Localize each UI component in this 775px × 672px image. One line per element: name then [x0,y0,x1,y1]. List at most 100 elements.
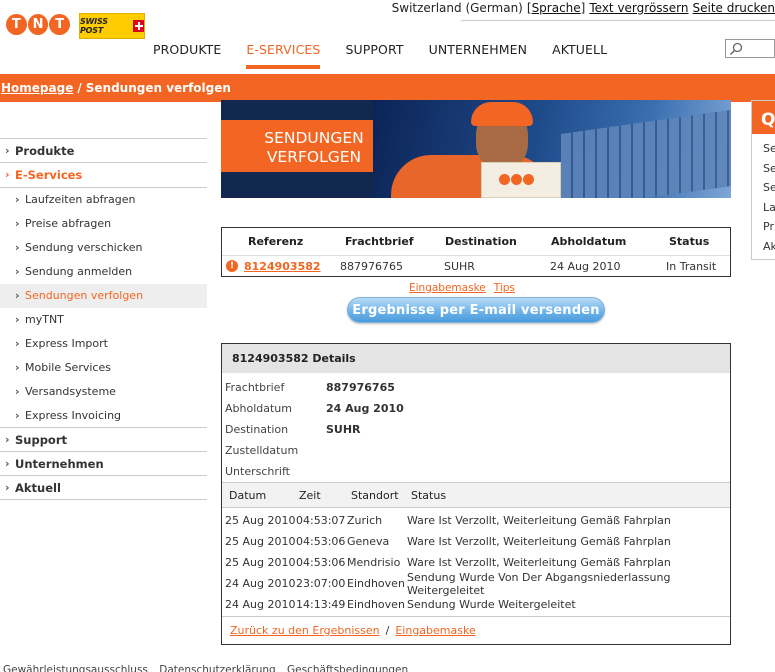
nav-eservices[interactable]: E-SERVICES [246,42,321,69]
table-header: Referenz Frachtbrief Destination Abholda… [222,228,730,256]
input-mask-link[interactable]: Eingabemaske [395,624,475,637]
sidebar-item-label: Mobile Services [25,361,111,374]
quick-links-title: Q [752,101,775,134]
sidebar-item-label: Sendung verschicken [25,241,143,254]
column-header: Abholdatum [551,235,627,248]
sidebar-item-label: Produkte [15,143,75,158]
tips-link[interactable]: Tips [494,282,515,294]
tnt-logo-letter: T [6,14,27,35]
table-row: 24 Aug 2010 14:13:49 Eindhoven Sendung W… [225,598,576,611]
quick-link[interactable]: La [752,198,775,218]
table-cell: 24 Aug 2010 [550,259,621,273]
footer-link[interactable]: Datenschutzerklärung [159,664,275,672]
table-row: 25 Aug 2010 04:53:07 Zurich Ware Ist Ver… [225,514,671,527]
sidebar-item-aktuell[interactable]: › Aktuell [0,476,207,500]
column-header: Status [411,488,447,502]
results-table: Referenz Frachtbrief Destination Abholda… [221,227,731,277]
sidebar-item-versandsysteme[interactable]: › Versandsysteme [0,380,207,404]
table-cell: 887976765 [340,259,403,273]
swisspost-logo: SWISS POST [79,13,145,39]
sidebar-item-label: Express Import [25,337,108,350]
sidebar-item-express-invoicing[interactable]: › Express Invoicing [0,404,207,428]
chevron-right-icon: › [15,361,20,374]
language-link[interactable]: Sprache [532,1,581,15]
sidebar-item-verschicken[interactable]: › Sendung verschicken [0,236,207,260]
detail-value: 887976765 [326,381,395,394]
nav-support[interactable]: SUPPORT [345,42,403,69]
reference-link[interactable]: 8124903582 [244,260,321,273]
tracking-table-header: Datum Zeit Standort Status [222,482,730,508]
tracking-table: 25 Aug 2010 04:53:07 Zurich Ware Ist Ver… [222,510,730,615]
table-row: 25 Aug 2010 04:53:06 Geneva Ware Ist Ver… [225,535,671,548]
sidebar-item-mobile-services[interactable]: › Mobile Services [0,356,207,380]
swiss-cross-icon [132,20,144,32]
sidebar-item-express-import[interactable]: › Express Import [0,332,207,356]
tnt-logo[interactable]: T N T [6,14,71,40]
page-banner: SENDUNGEN VERFOLGEN [221,100,731,198]
detail-field: Unterschrift [222,461,730,482]
detail-field: Destination SUHR [222,419,730,440]
sidebar-item-sendungen-verfolgen[interactable]: › Sendungen verfolgen [0,284,207,308]
sidebar-item-preise[interactable]: › Preise abfragen [0,212,207,236]
breadcrumb-current: Sendungen verfolgen [85,81,231,95]
search-input[interactable] [725,39,775,58]
sidebar-item-anmelden[interactable]: › Sendung anmelden [0,260,207,284]
sidebar: › Produkte › E-Services › Laufzeiten abfrag… [0,138,207,500]
footer-link[interactable]: Gewährleistungsausschluss [3,664,148,672]
breadcrumb-home-link[interactable]: Homepage [1,81,73,95]
quick-link[interactable]: Se [752,159,775,179]
warning-icon: ! [226,260,238,272]
chevron-right-icon: › [5,433,10,446]
chevron-right-icon: › [15,217,20,230]
sidebar-item-label: Sendung anmelden [25,265,133,278]
nav-produkte[interactable]: PRODUKTE [153,42,221,69]
quick-link[interactable]: Se [752,139,775,159]
column-header: Destination [445,235,517,248]
sidebar-item-label: Preise abfragen [25,217,112,230]
sidebar-item-label: Versandsysteme [25,385,116,398]
sidebar-item-eservices[interactable]: › E-Services [0,163,207,187]
chevron-right-icon: › [15,265,20,278]
column-header: Standort [351,488,399,502]
table-row: ! 8124903582 887976765 SUHR 24 Aug 2010 … [222,256,730,276]
email-results-button[interactable]: Ergebnisse per E-mail versenden [347,297,605,323]
column-header: Status [669,235,710,248]
quick-link[interactable]: Se [752,178,775,198]
sidebar-item-support[interactable]: › Support [0,428,207,452]
swisspost-logo-text: SWISS POST [80,17,108,35]
box-logo-icon [499,174,535,186]
quick-link[interactable]: Ak [752,237,775,257]
nav-unternehmen[interactable]: UNTERNEHMEN [429,42,528,69]
column-header: Datum [229,488,267,502]
nav-aktuell[interactable]: AKTUELL [552,42,607,69]
tnt-logo-letter: T [49,14,71,35]
column-header: Frachtbrief [345,235,414,248]
quick-link[interactable]: Pr [752,217,775,237]
footer-links: Gewährleistungsausschluss Datenschutzerk… [3,664,416,672]
sidebar-item-laufzeiten[interactable]: › Laufzeiten abfragen [0,188,207,212]
tnt-logo-letter: N [27,14,49,35]
sidebar-item-produkte[interactable]: › Produkte [0,139,207,163]
search-icon [729,42,743,56]
chevron-right-icon: › [5,457,10,470]
main-nav: PRODUKTE E-SERVICES SUPPORT UNTERNEHMEN … [153,42,632,69]
text-size-link[interactable]: Text vergrössern [589,1,688,15]
sidebar-item-mytnt[interactable]: › myTNT [0,308,207,332]
sidebar-item-label: Express Invoicing [25,409,122,422]
top-divider [461,20,775,21]
sidebar-item-unternehmen[interactable]: › Unternehmen [0,452,207,476]
sidebar-item-label: Support [15,432,68,447]
chevron-right-icon: › [15,241,20,254]
detail-label: Destination [225,423,289,436]
chevron-right-icon: › [15,385,20,398]
detail-label: Frachtbrief [225,381,285,394]
detail-field: Abholdatum 24 Aug 2010 [222,398,730,419]
chevron-right-icon: › [5,144,10,157]
column-header: Referenz [248,235,304,248]
input-mask-link[interactable]: Eingabemaske [409,282,486,294]
sidebar-item-label: Aktuell [15,480,61,495]
footer-link[interactable]: Geschäftsbedingungen [287,664,408,672]
print-page-link[interactable]: Seite drucken [693,1,775,15]
details-title: 8124903582 Details [222,344,730,373]
back-to-results-link[interactable]: Zurück zu den Ergebnissen [230,624,380,637]
